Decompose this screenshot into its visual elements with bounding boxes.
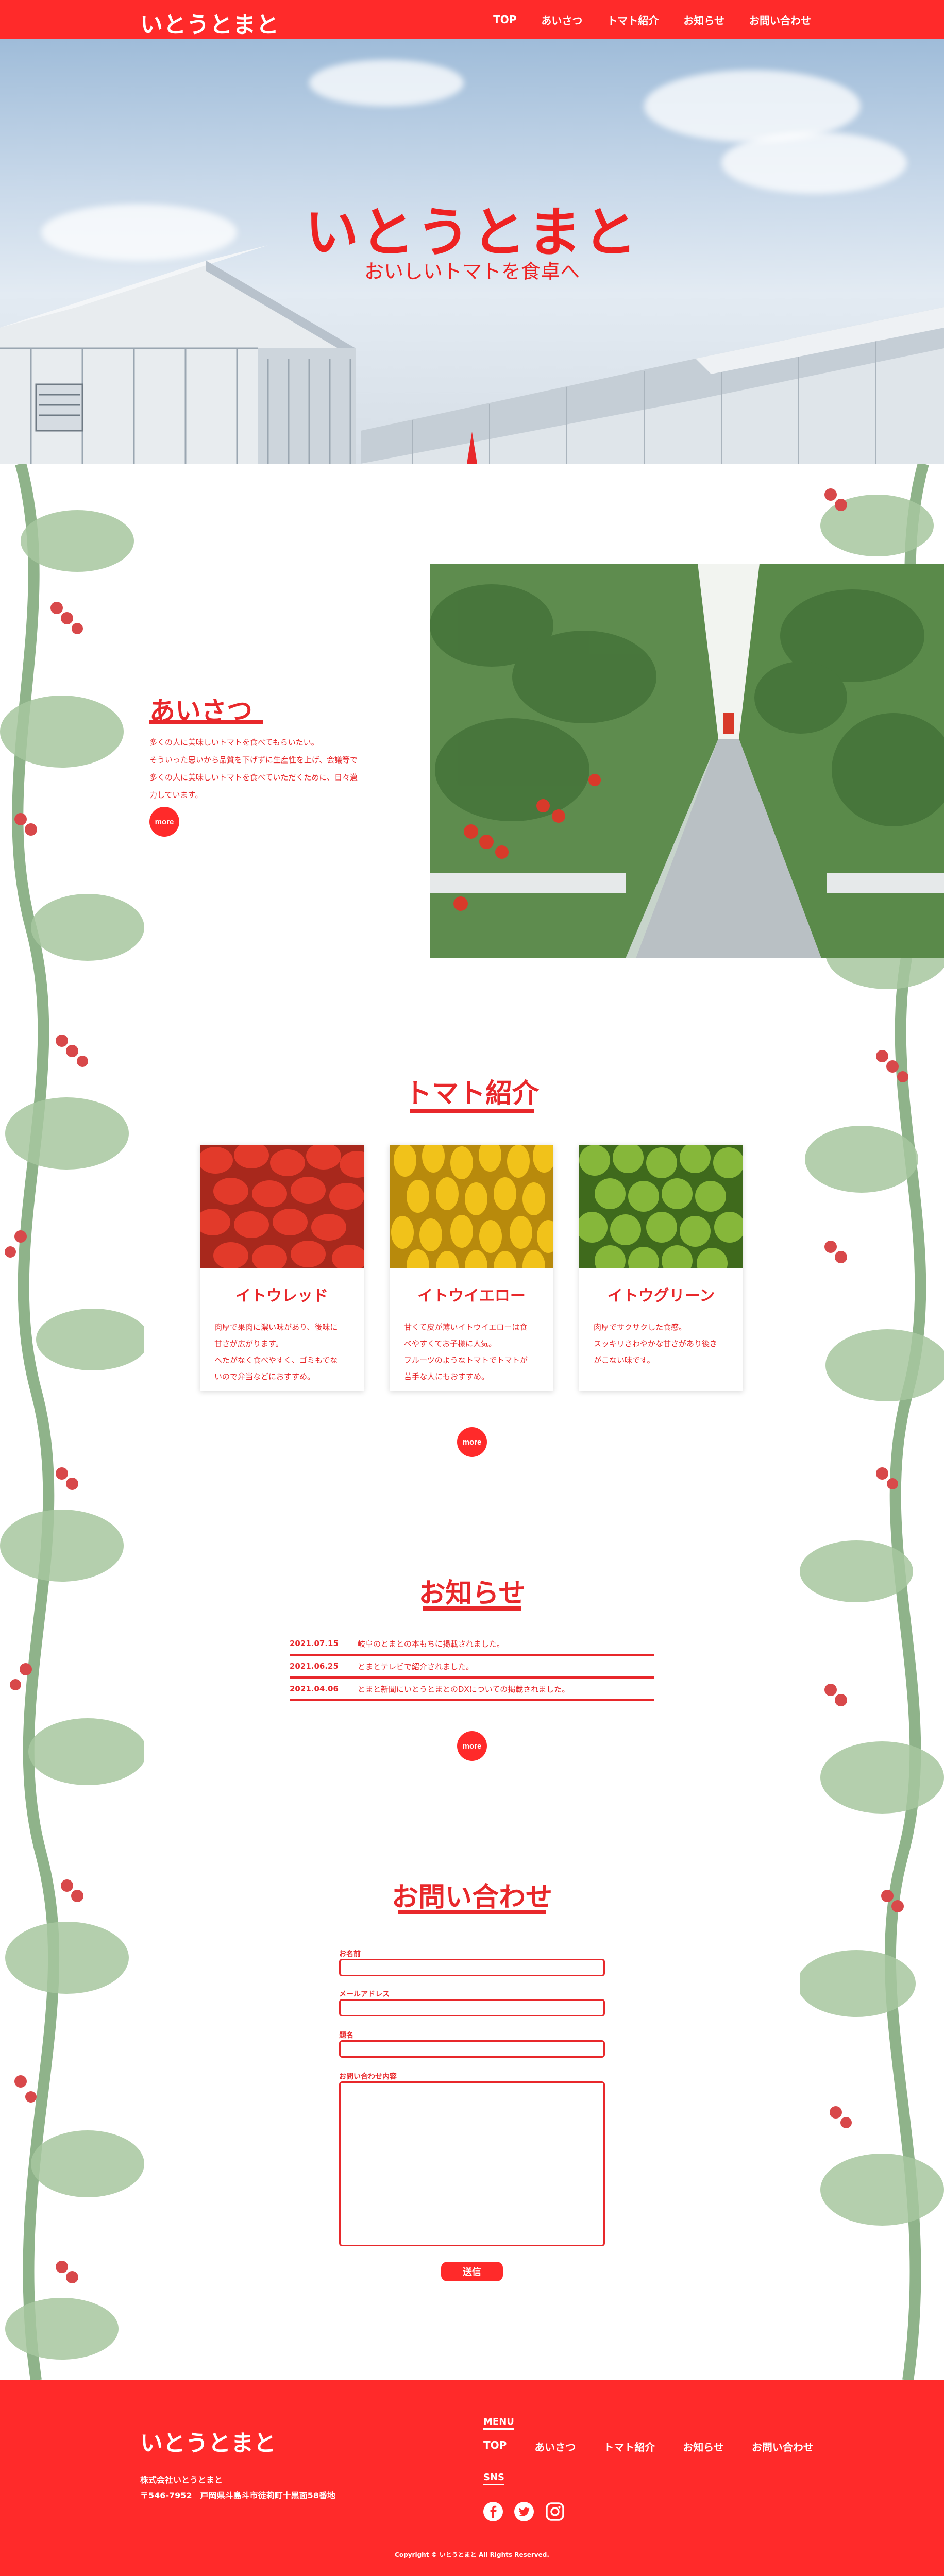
footer-company: 株式会社いとうとまと (140, 2475, 223, 2485)
hero-subtitle: おいしいトマトを食卓へ (364, 260, 580, 283)
tomato-card-red[interactable]: イトウレッド 肉厚で果肉に濃い味があり、後味に 甘さが広がります。 へたがなく食… (200, 1145, 364, 1391)
tomato-card-green[interactable]: イトウグリーン 肉厚でサクサクした食感。 スッキリさわやかな甘さがあり後き がこ… (579, 1145, 743, 1391)
tomato-card-description: 甘くて皮が薄いイトウイエローは食 べやすくてお子様に人気。 フルーツのようなトマ… (404, 1319, 539, 1385)
tomato-card-name: イトウレッド (235, 1287, 328, 1305)
description-line: へたがなく食べやすく、ゴミもでな (214, 1355, 338, 1365)
footer-nav-top[interactable]: TOP (483, 2439, 507, 2454)
news-list: 2021.07.15 岐阜のとまとの本もちに掲載されました。 2021.06.2… (290, 1633, 654, 1701)
nav-top[interactable]: TOP (493, 13, 516, 26)
greeting-line: 多くの人に美味しいトマトを食べていただくために、日々邁 (149, 773, 358, 782)
name-input[interactable] (339, 1959, 605, 1976)
footer-logo[interactable]: いとうとまと (140, 2425, 276, 2458)
submit-button[interactable]: 送信 (441, 2262, 503, 2281)
tomato-card-description: 肉厚で果肉に濃い味があり、後味に 甘さが広がります。 へたがなく食べやすく、ゴミ… (214, 1319, 349, 1385)
email-input[interactable] (339, 1999, 605, 2016)
site-footer: いとうとまと 株式会社いとうとまと 〒546-7952 戸岡県斗島斗市徒莉町十黒… (0, 2380, 944, 2576)
description-line: 甘くて皮が薄いイトウイエローは食 (404, 1323, 528, 1332)
description-line: 甘さが広がります。 (214, 1339, 283, 1348)
name-label: お名前 (339, 1950, 361, 1958)
nav-contact[interactable]: お問い合わせ (749, 12, 811, 27)
tomatoes-title-underline (410, 1109, 534, 1113)
nav-tomatoes[interactable]: トマト紹介 (607, 12, 659, 27)
yellow-tomato-photo (390, 1145, 553, 1268)
green-tomato-photo (579, 1145, 743, 1268)
news-text: 岐阜のとまとの本もちに掲載されました。 (358, 1639, 504, 1649)
hero-title: いとうとまと (305, 201, 639, 264)
footer-address: 〒546-7952 戸岡県斗島斗市徒莉町十黒面58番地 (140, 2490, 335, 2500)
news-item[interactable]: 2021.04.06 とまと新聞にいとうとまとのDXについての掲載されました。 (290, 1679, 654, 1701)
greenhouse-interior-illustration (430, 564, 944, 958)
description-line: フルーツのようなトマトでトマトが (404, 1355, 528, 1365)
footer-menu-label: MENU (483, 2416, 514, 2430)
subject-label: 題名 (339, 2031, 353, 2040)
tomato-card-yellow[interactable]: イトウイエロー 甘くて皮が薄いイトウイエローは食 べやすくてお子様に人気。 フル… (390, 1145, 553, 1391)
instagram-icon[interactable] (545, 2502, 565, 2521)
news-item[interactable]: 2021.06.25 とまとテレビで紹介されました。 (290, 1656, 654, 1679)
greeting-title-underline (149, 720, 263, 724)
news-item[interactable]: 2021.07.15 岐阜のとまとの本もちに掲載されました。 (290, 1633, 654, 1656)
news-text: とまと新聞にいとうとまとのDXについての掲載されました。 (358, 1684, 570, 1694)
footer-sns-label: SNS (483, 2472, 504, 2485)
greeting-line: そういった思いから品質を下げずに生産性を上げ、会議等で (149, 755, 358, 765)
tomato-card-name: イトウグリーン (607, 1287, 715, 1305)
description-line: べやすくてお子様に人気。 (404, 1339, 497, 1348)
greenhouse-interior-photo (430, 564, 944, 958)
tomato-vine-left-illustration (0, 464, 144, 2380)
description-line: 肉厚で果肉に濃い味があり、後味に (214, 1323, 338, 1332)
footer-sns (483, 2502, 565, 2521)
header-nav: TOP あいさつ トマト紹介 お知らせ お問い合わせ (493, 0, 811, 39)
news-title-underline (423, 1606, 521, 1611)
subject-input[interactable] (339, 2040, 605, 2058)
contact-title-underline (398, 1910, 546, 1914)
copyright: Copyright © いとうとまと All Rights Reserved. (395, 2551, 549, 2558)
tomato-card-description: 肉厚でサクサクした食感。 スッキリさわやかな甘さがあり後き がこない味です。 (594, 1319, 729, 1368)
hero-section: いとうとまと おいしいトマトを食卓へ (0, 39, 944, 464)
footer-nav-greeting[interactable]: あいさつ (534, 2439, 576, 2454)
tomatoes-title: トマト紹介 (404, 1078, 539, 1109)
message-label: お問い合わせ内容 (339, 2073, 397, 2081)
header-logo[interactable]: いとうとまと (140, 6, 279, 39)
description-line: 苦手な人にもおすすめ。 (404, 1372, 490, 1381)
contact-title: お問い合わせ (391, 1882, 552, 1913)
greeting-text: 多くの人に美味しいトマトを食べてもらいたい。 そういった思いから品質を下げずに生… (149, 734, 381, 804)
news-title: お知らせ (418, 1578, 526, 1609)
greeting-more-button[interactable]: more (149, 807, 179, 837)
news-date: 2021.04.06 (290, 1684, 339, 1693)
twitter-icon[interactable] (514, 2502, 534, 2521)
footer-nav-news[interactable]: お知らせ (683, 2439, 724, 2454)
greeting-line: 力しています。 (149, 790, 203, 800)
nav-greeting[interactable]: あいさつ (541, 12, 582, 27)
site-header: いとうとまと TOP あいさつ トマト紹介 お知らせ お問い合わせ (0, 0, 944, 39)
message-textarea[interactable] (339, 2081, 605, 2246)
greeting-line: 多くの人に美味しいトマトを食べてもらいたい。 (149, 738, 319, 747)
footer-nav-tomatoes[interactable]: トマト紹介 (603, 2439, 655, 2454)
nav-news[interactable]: お知らせ (683, 12, 724, 27)
news-date: 2021.07.15 (290, 1639, 339, 1648)
scroll-down-arrow-icon[interactable] (467, 432, 477, 464)
facebook-icon[interactable] (483, 2502, 503, 2521)
email-label: メールアドレス (339, 1990, 390, 1998)
description-line: がこない味です。 (594, 1355, 655, 1365)
description-line: 肉厚でサクサクした食感。 (594, 1323, 687, 1332)
tomatoes-more-button[interactable]: more (457, 1427, 487, 1457)
news-date: 2021.06.25 (290, 1662, 339, 1671)
red-tomato-photo (200, 1145, 364, 1268)
description-line: いので弁当などにおすすめ。 (214, 1372, 315, 1381)
tomato-card-name: イトウイエロー (417, 1287, 526, 1305)
news-more-button[interactable]: more (457, 1731, 487, 1761)
news-text: とまとテレビで紹介されました。 (358, 1662, 474, 1671)
footer-nav-contact[interactable]: お問い合わせ (752, 2439, 814, 2454)
footer-nav: TOP あいさつ トマト紹介 お知らせ お問い合わせ (483, 2439, 814, 2454)
description-line: スッキリさわやかな甘さがあり後き (594, 1339, 718, 1348)
